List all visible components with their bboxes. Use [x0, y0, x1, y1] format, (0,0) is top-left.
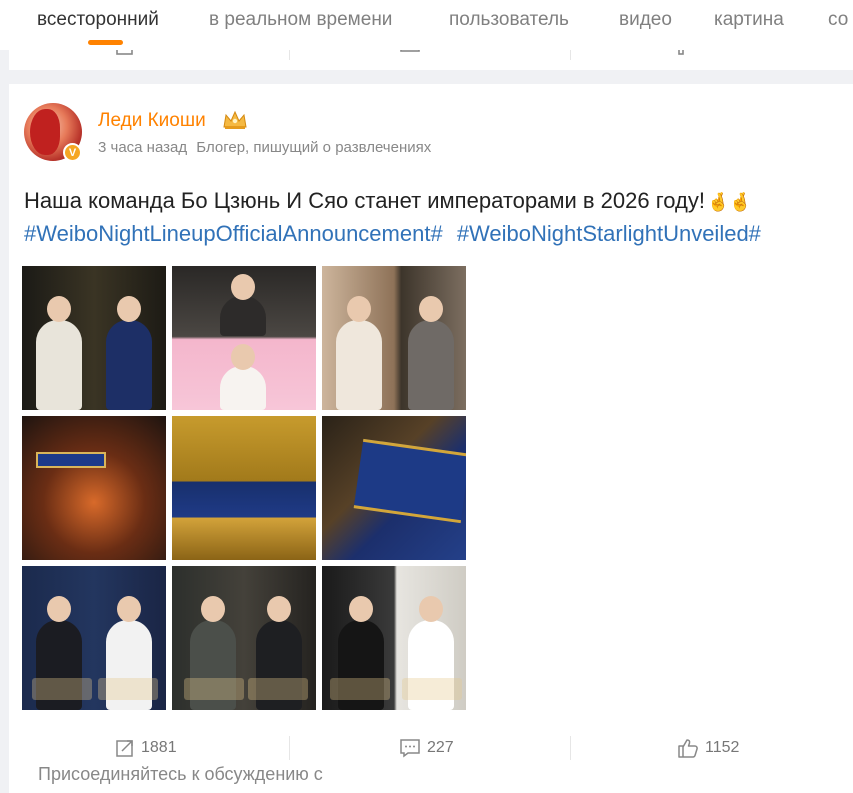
repost-button[interactable]: 1881: [115, 738, 177, 758]
like-count: 1152: [705, 739, 740, 756]
image-thumbnail[interactable]: [22, 416, 166, 560]
repost-icon: [116, 740, 133, 757]
image-thumbnail[interactable]: [172, 566, 316, 710]
author-name[interactable]: Леди Киоши: [98, 110, 206, 132]
post-actions: 1881 227 1152: [9, 732, 853, 764]
image-thumbnail[interactable]: [172, 266, 316, 410]
like-icon[interactable]: [677, 50, 697, 56]
hashtag-link[interactable]: #WeiboNightLineupOfficialAnnouncement#: [24, 221, 443, 246]
post-card: V Леди Киоши 3 часа назад Блогер, пишущи…: [9, 84, 853, 793]
tab-picture[interactable]: картина: [714, 9, 784, 31]
repost-count: 1881: [141, 739, 177, 756]
divider: [570, 50, 571, 60]
comment-icon[interactable]: [399, 50, 421, 56]
category-tabs: всесторонний в реальном времени пользова…: [0, 0, 853, 50]
divider: [289, 50, 290, 60]
previous-post-actions: [9, 50, 853, 70]
post-text: Наша команда Бо Цзюнь И Сяо станет импер…: [24, 188, 752, 213]
repost-icon[interactable]: [115, 50, 135, 56]
comment-button[interactable]: 227: [399, 738, 454, 758]
crown-icon[interactable]: [222, 109, 248, 131]
post-meta: 3 часа назад Блогер, пишущий о развлечен…: [98, 139, 431, 156]
tab-video[interactable]: видео: [619, 9, 672, 31]
tab-user[interactable]: пользователь: [449, 9, 569, 31]
v-badge-icon: V: [63, 143, 82, 162]
tab-more[interactable]: со: [828, 9, 848, 31]
tab-realtime[interactable]: в реальном времени: [209, 9, 392, 31]
divider: [570, 736, 571, 760]
like-icon: [678, 739, 698, 758]
image-thumbnail[interactable]: [322, 416, 466, 560]
image-thumbnail[interactable]: [322, 566, 466, 710]
crossed-fingers-emoji: 🤞🤞: [706, 192, 752, 212]
author-description: Блогер, пишущий о развлечениях: [196, 139, 432, 156]
join-discussion-text[interactable]: Присоединяйтесь к обсуждению с: [38, 764, 323, 785]
image-thumbnail[interactable]: [322, 266, 466, 410]
tab-comprehensive[interactable]: всесторонний: [37, 9, 159, 31]
like-button[interactable]: 1152: [677, 738, 739, 758]
active-tab-indicator: [88, 40, 123, 45]
comment-count: 227: [427, 739, 454, 756]
hashtag-link[interactable]: #WeiboNightStarlightUnveiled#: [457, 221, 761, 246]
image-thumbnail[interactable]: [172, 416, 316, 560]
post-time[interactable]: 3 часа назад: [98, 139, 187, 156]
image-thumbnail[interactable]: [22, 266, 166, 410]
image-grid: [22, 266, 467, 711]
comment-icon: [400, 739, 420, 758]
divider: [289, 736, 290, 760]
image-thumbnail[interactable]: [22, 566, 166, 710]
hashtags: #WeiboNightLineupOfficialAnnouncement# #…: [24, 221, 761, 247]
